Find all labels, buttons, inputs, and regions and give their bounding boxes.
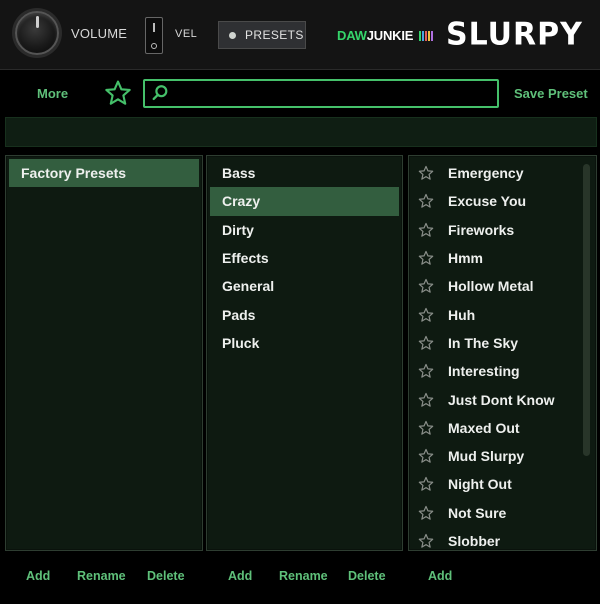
search-icon [152,85,168,101]
list-item-label: Mud Slurpy [448,448,525,465]
favorite-star-icon[interactable] [418,476,434,492]
list-item[interactable]: Pads [210,300,399,328]
volume-label: VOLUME [71,26,128,41]
list-item[interactable]: Bass [210,159,399,187]
favorite-star-icon[interactable] [418,363,434,379]
list-item[interactable]: Hmm [409,244,582,272]
list-item[interactable]: Excuse You [409,187,582,215]
favorite-star-icon[interactable] [418,222,434,238]
category-rename-button[interactable]: Rename [279,569,328,583]
list-item[interactable]: Huh [409,300,582,328]
list-item-label: Just Dont Know [448,391,555,408]
list-item-label: Maxed Out [448,419,520,436]
favorites-star-icon[interactable] [104,79,132,107]
list-item[interactable]: Maxed Out [409,414,582,442]
list-item-label: Fireworks [448,221,515,238]
search-input[interactable] [175,83,493,104]
list-item-label: Factory Presets [21,165,127,182]
list-item[interactable]: In The Sky [409,329,582,357]
list-item[interactable]: Fireworks [409,216,582,244]
category-list: Bass Crazy Dirty Effects General Pads Pluck [210,159,399,357]
list-item[interactable]: Pluck [210,329,399,357]
category-list-panel: Bass Crazy Dirty Effects General Pads Pluck [206,155,403,551]
switch-dot-icon [151,43,157,49]
list-item[interactable]: Just Dont Know [409,385,582,413]
list-item-label: Not Sure [448,504,507,521]
list-item[interactable]: Mud Slurpy [409,442,582,470]
list-item[interactable]: Interesting [409,357,582,385]
volume-knob[interactable] [15,11,59,55]
list-item-label: Excuse You [448,193,527,210]
category-add-button[interactable]: Add [228,569,252,583]
brand-logo: DAWJUNKIE [337,28,434,44]
favorite-star-icon[interactable] [418,505,434,521]
list-item-label: Pads [222,306,256,323]
brand-bars-icon [418,29,434,44]
preset-list: Emergency Excuse You Fireworks Hmm Hollow Me… [409,159,582,550]
list-item-label: Hmm [448,250,484,267]
brand-junkie-text: JUNKIE [366,28,414,43]
more-button[interactable]: More [37,86,68,101]
favorite-star-icon[interactable] [418,278,434,294]
bank-delete-button[interactable]: Delete [147,569,185,583]
list-item[interactable]: Hollow Metal [409,272,582,300]
favorite-star-icon[interactable] [418,448,434,464]
save-preset-button[interactable]: Save Preset [514,86,588,101]
favorite-star-icon[interactable] [418,420,434,436]
favorite-star-icon[interactable] [418,392,434,408]
list-item-label: Pluck [222,334,260,351]
favorite-star-icon[interactable] [418,165,434,181]
list-item-label: In The Sky [448,334,519,351]
preset-add-button[interactable]: Add [428,569,452,583]
list-item-label: Effects [222,250,269,267]
bank-list: Factory Presets [9,159,199,188]
presets-led-icon [229,31,236,39]
background-strip [5,117,597,147]
list-item-label: Hollow Metal [448,278,534,295]
list-item[interactable]: General [210,272,399,300]
search-box[interactable] [143,79,499,108]
velocity-label: VEL [175,28,198,40]
list-item-label: Night Out [448,476,512,493]
list-item-label: Emergency [448,165,524,182]
list-item[interactable]: Crazy [210,187,399,216]
list-item[interactable]: Night Out [409,470,582,498]
brand-daw-text: DAW [337,28,367,43]
list-item[interactable]: Emergency [409,159,582,187]
presets-button-label: PRESETS [245,28,304,42]
favorite-star-icon[interactable] [418,250,434,266]
presets-button[interactable]: PRESETS [218,21,306,49]
favorite-star-icon[interactable] [418,335,434,351]
favorite-star-icon[interactable] [418,307,434,323]
preset-list-panel: Emergency Excuse You Fireworks Hmm Hollow Me… [408,155,597,551]
list-item[interactable]: Dirty [210,216,399,244]
list-item-label: Bass [222,165,256,182]
list-item[interactable]: Factory Presets [9,159,199,188]
category-delete-button[interactable]: Delete [348,569,386,583]
list-item[interactable]: Slobber [409,527,582,550]
list-item-label: Interesting [448,363,520,380]
product-logo: SLURPY [446,16,583,53]
list-item[interactable]: Not Sure [409,499,582,527]
bank-rename-button[interactable]: Rename [77,569,126,583]
bank-add-button[interactable]: Add [26,569,50,583]
switch-notch-icon [153,23,155,32]
preset-list-scrollbar[interactable] [583,164,590,456]
bank-list-panel: Factory Presets [5,155,203,551]
list-item-label: General [222,278,275,295]
favorite-star-icon[interactable] [418,533,434,549]
list-item-label: Crazy [222,193,261,210]
list-item-label: Slobber [448,533,501,549]
list-item-label: Dirty [222,221,254,238]
top-bar: VOLUME VEL PRESETS DAWJUNKIE SLURPY [0,0,600,70]
list-item-label: Huh [448,306,476,323]
favorite-star-icon[interactable] [418,193,434,209]
velocity-toggle-switch[interactable] [145,17,163,54]
list-item[interactable]: Effects [210,244,399,272]
